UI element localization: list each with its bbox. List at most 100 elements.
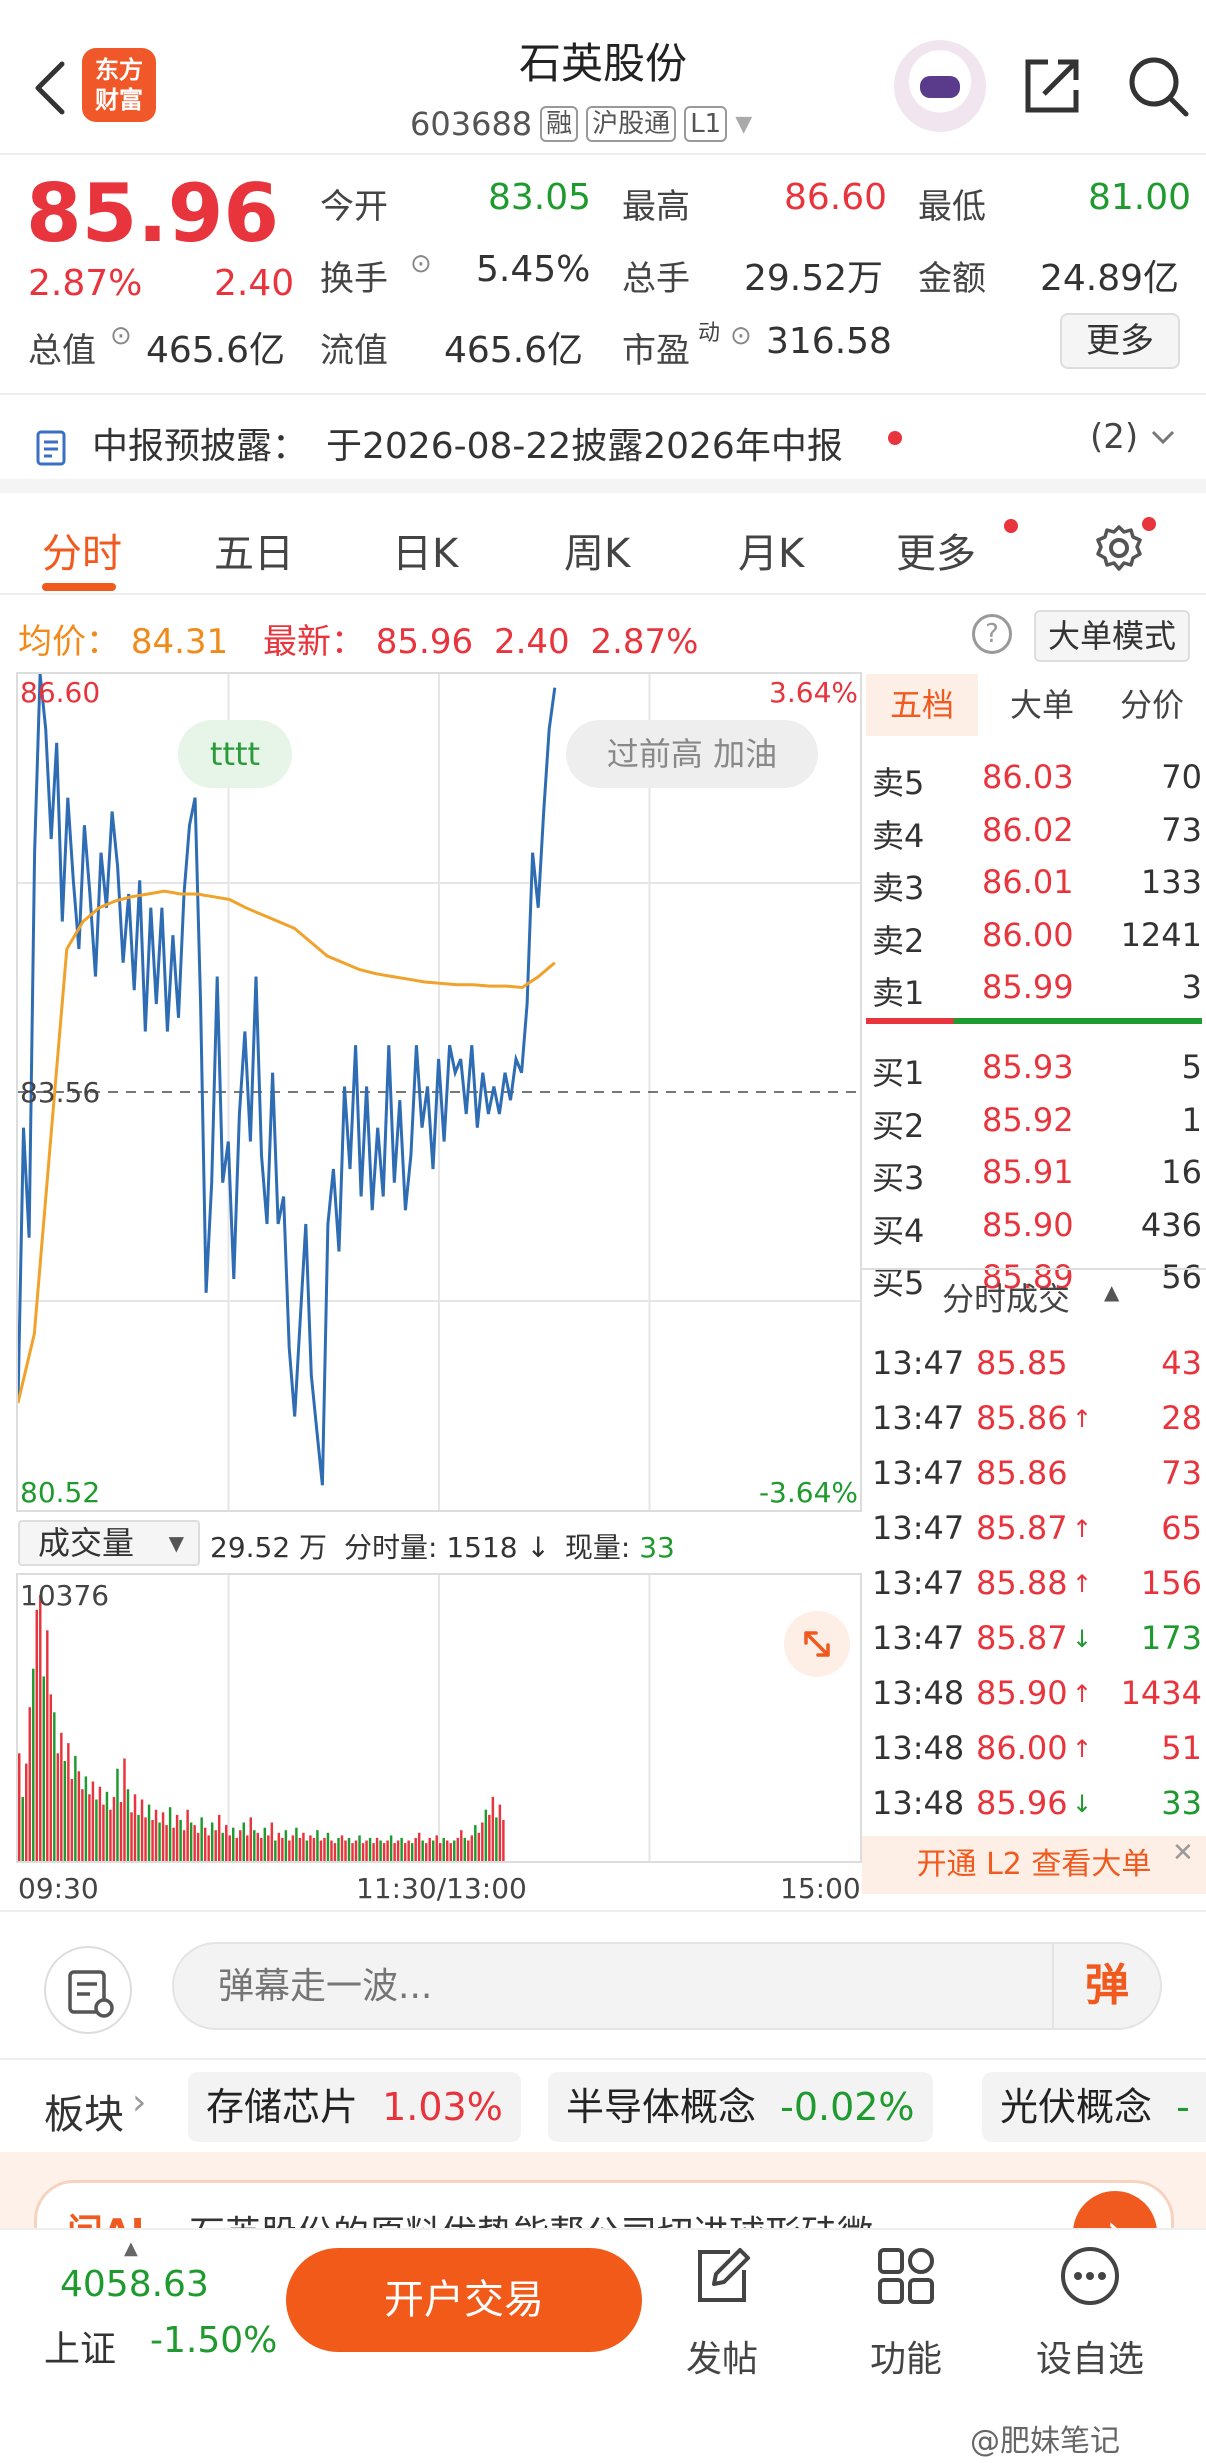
bid-level-row[interactable]: 买1 85.93 5 <box>872 1042 1202 1094</box>
ask-level-row[interactable]: 卖5 86.03 70 <box>872 752 1202 804</box>
ticks-header: 分时成交 <box>942 1280 1071 1318</box>
volume-bar <box>154 1809 158 1861</box>
ask-level-volume: 1241 <box>1120 915 1202 954</box>
current-volume: 33 <box>639 1531 675 1564</box>
volume-bar <box>256 1832 260 1861</box>
sector-chip[interactable]: 半导体概念 -0.02% <box>548 2072 933 2142</box>
expand-button[interactable] <box>784 1611 850 1677</box>
volume-bar <box>88 1794 91 1861</box>
sector-name: 半导体概念 <box>566 2085 757 2129</box>
volume-bar <box>263 1827 267 1861</box>
volume-bar <box>186 1809 189 1861</box>
close-icon[interactable]: ✕ <box>1172 1838 1194 1868</box>
tick-arrow-icon: ↓ <box>1072 1790 1093 1818</box>
tick-row: 13:47 85.87 ↓ 173 <box>872 1613 1202 1665</box>
indicator-dropdown[interactable]: 成交量 ▼ <box>18 1520 200 1566</box>
help-icon[interactable]: ? <box>972 614 1012 654</box>
volume-bar <box>389 1835 393 1861</box>
ai-banner[interactable]: 问AI 石英股份的原料优势能帮公司切进球形硅微 › <box>34 2180 1174 2228</box>
trade-button[interactable]: 开户交易 <box>286 2248 642 2352</box>
tick-time: 13:48 <box>872 1729 965 1767</box>
function-label[interactable]: 功能 <box>826 2330 986 2382</box>
tick-volume: 156 <box>1140 1564 1202 1602</box>
volume-bar <box>172 1827 175 1861</box>
chevron-down-icon[interactable] <box>1150 429 1176 447</box>
book-tab-price-dist[interactable]: 分价 <box>1102 674 1202 736</box>
chevron-right-icon[interactable]: › <box>132 2082 146 2123</box>
avg-label: 均价： <box>18 622 120 662</box>
more-button[interactable]: 更多 <box>1060 313 1180 369</box>
intraday-chart[interactable]: 86.60 83.56 80.52 3.64% -3.64% tttt 过前高 … <box>16 672 862 1512</box>
tab-intraday[interactable]: 分时 <box>42 521 122 579</box>
tab-more[interactable]: 更多 <box>896 521 976 579</box>
danmu-send-button[interactable]: 弹 <box>1052 1944 1160 2028</box>
edit-post-icon[interactable] <box>690 2244 754 2308</box>
search-icon[interactable] <box>1124 52 1192 120</box>
mktcap-value: 465.6亿 <box>146 330 286 371</box>
ask-level-row[interactable]: 卖2 86.00 1241 <box>872 910 1202 962</box>
caret-up-icon[interactable]: ▲ <box>1104 1280 1119 1304</box>
bid-level-label: 买5 <box>872 1264 925 1302</box>
watchlist-label[interactable]: 设自选 <box>1010 2330 1170 2382</box>
function-grid-icon[interactable] <box>874 2244 938 2308</box>
tab-five-day[interactable]: 五日 <box>214 521 294 579</box>
tick-volume: 43 <box>1161 1344 1202 1382</box>
volume-bar <box>333 1843 337 1861</box>
bid-level-label: 买4 <box>872 1211 925 1250</box>
volume-bar <box>417 1832 421 1861</box>
tab-monthly-k[interactable]: 月K <box>738 521 804 579</box>
volume-bar <box>158 1822 161 1861</box>
tick-time: 13:47 <box>872 1344 965 1382</box>
bid-level-row[interactable]: 买3 85.91 16 <box>872 1147 1202 1199</box>
turnover-value: 5.45% <box>476 249 591 290</box>
sector-chip[interactable]: 存储芯片 1.03% <box>188 2072 521 2142</box>
info-icon[interactable]: ⊙ <box>110 321 132 351</box>
annotation-bubble-right[interactable]: 过前高 加油 <box>566 720 818 788</box>
sector-label[interactable]: 板块 <box>44 2082 124 2140</box>
notice-bar[interactable]: 中报预披露： 于2026-08-22披露2026年中报 (2) <box>0 395 1206 493</box>
arrow-right-icon[interactable]: › <box>1073 2191 1157 2228</box>
volume-bar <box>460 1830 463 1861</box>
danmu-input[interactable] <box>172 1942 1162 2030</box>
l2-upgrade-banner[interactable]: 开通 L2 查看大单 <box>862 1836 1206 1894</box>
more-dots-icon[interactable] <box>1058 2244 1122 2308</box>
open-value: 83.05 <box>488 177 592 218</box>
volume-bar <box>326 1832 330 1861</box>
float-value: 465.6亿 <box>444 330 584 371</box>
tab-daily-k[interactable]: 日K <box>392 521 458 579</box>
bid-level-row[interactable]: 买4 85.90 436 <box>872 1200 1202 1252</box>
sector-name: 光伏概念 <box>1000 2085 1153 2129</box>
danmu-settings-button[interactable] <box>44 1946 132 2034</box>
volume-chart[interactable]: 10376 <box>16 1573 862 1863</box>
avg-price-line <box>18 889 556 1404</box>
caret-down-icon[interactable]: ▼ <box>735 112 752 137</box>
down-arrow-icon: ↓ <box>526 1531 550 1564</box>
share-icon[interactable] <box>1020 54 1084 118</box>
volume-bar <box>470 1835 474 1861</box>
book-tab-big-orders[interactable]: 大单 <box>992 674 1092 736</box>
volume-bar <box>221 1832 224 1861</box>
info-icon[interactable]: ⊙ <box>730 321 752 351</box>
volume-bar <box>442 1837 445 1861</box>
bid-level-volume: 436 <box>1140 1205 1202 1244</box>
ask-level-row[interactable]: 卖1 85.99 3 <box>872 962 1202 1014</box>
order-book: 五档 大单 分价 卖5 86.03 70 卖4 86.02 73 卖3 86.01 133 卖2 8… <box>862 672 1206 1894</box>
volume-bar <box>253 1830 256 1861</box>
annotation-bubble-left[interactable]: tttt <box>178 720 292 788</box>
ask-level-row[interactable]: 卖3 86.01 133 <box>872 857 1202 909</box>
sector-row: 板块 › 存储芯片 1.03% 半导体概念 -0.02% 光伏概念 - <box>0 2062 1206 2152</box>
big-order-mode-button[interactable]: 大单模式 <box>1034 610 1190 662</box>
post-label[interactable]: 发帖 <box>642 2330 802 2382</box>
volume-bar <box>347 1837 351 1861</box>
book-tab-five-levels[interactable]: 五档 <box>866 674 978 736</box>
tick-price: 85.87 <box>976 1509 1068 1547</box>
volume-bar <box>179 1820 182 1861</box>
gear-icon[interactable] <box>1094 523 1144 573</box>
tab-weekly-k[interactable]: 周K <box>564 521 630 579</box>
sector-chip[interactable]: 光伏概念 - <box>982 2072 1206 2142</box>
index-value[interactable]: 4058.63 <box>60 2264 209 2305</box>
volume-bar <box>375 1837 379 1861</box>
bid-level-row[interactable]: 买2 85.92 1 <box>872 1095 1202 1147</box>
info-icon[interactable]: ⊙ <box>410 249 432 279</box>
ask-level-row[interactable]: 卖4 86.02 73 <box>872 805 1202 857</box>
